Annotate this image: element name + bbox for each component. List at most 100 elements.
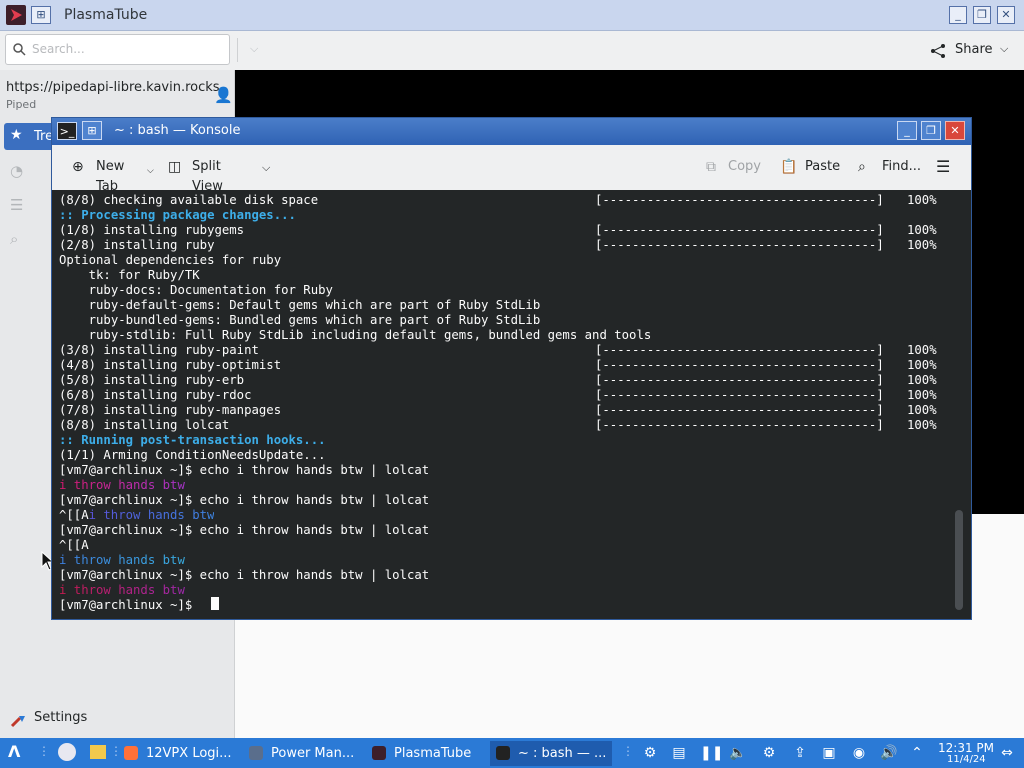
network-icon[interactable]: ◉ <box>850 744 868 762</box>
konsole-toolbar: ⊕ New Tab ⌵ ◫ Split View ⌵ ⧉ Copy 📋 Past… <box>52 145 971 194</box>
terminal-line: ruby-stdlib: Full Ruby StdLib including … <box>59 328 652 342</box>
progress-bar-text: [-------------------------------------] <box>595 358 884 372</box>
konsole-titlebar: >_ ⊞ ~ : bash — Konsole _ ❐ ✕ <box>52 118 971 145</box>
minimize-button[interactable]: _ <box>949 6 967 24</box>
display-icon[interactable]: ▣ <box>820 744 838 762</box>
window-menu-icon[interactable]: ⊞ <box>82 121 102 140</box>
browser-launcher-icon[interactable] <box>58 743 76 761</box>
terminal-line: (7/8) installing ruby-manpages <box>59 403 282 417</box>
terminal-line-suffix: i throw hands btw <box>88 508 215 522</box>
separator-dots: ⋮ <box>622 744 634 758</box>
minimize-button[interactable]: _ <box>897 121 917 140</box>
taskbar-task[interactable]: ~ : bash — ... <box>490 741 612 766</box>
terminal-line: tk: for Ruby/TK <box>59 268 200 282</box>
taskbar-task[interactable]: PlasmaTube <box>366 741 484 766</box>
split-view-icon: ◫ <box>168 159 182 175</box>
search-icon <box>13 43 26 56</box>
progress-percent: 100% <box>907 193 937 207</box>
maximize-button[interactable]: ❐ <box>921 121 941 140</box>
window-title: PlasmaTube <box>64 7 148 23</box>
progress-percent: 100% <box>907 388 937 402</box>
terminal-output[interactable]: (8/8) checking available disk space [----… <box>52 190 971 619</box>
new-tab-icon: ⊕ <box>72 159 84 175</box>
terminal-line: ruby-docs: Documentation for Ruby <box>59 283 333 297</box>
chevron-down-icon: ⌵ <box>147 166 154 176</box>
close-button[interactable]: ✕ <box>945 121 965 140</box>
search-box[interactable] <box>5 34 230 65</box>
switch-account-icon[interactable]: 👤 <box>214 86 233 104</box>
plasmatube-titlebar: ⊞ PlasmaTube _ ❐ ✕ <box>0 0 1024 31</box>
volume-icon[interactable]: 🔈 <box>729 744 747 762</box>
audio-volume-icon[interactable]: 🔊 <box>880 744 898 762</box>
plasmatube-app-icon <box>6 5 26 25</box>
settings-label: Settings <box>34 710 88 725</box>
clipboard-icon[interactable]: ⚙ <box>641 744 659 762</box>
application-launcher-icon[interactable]: Λ <box>8 742 20 761</box>
terminal-line: (8/8) installing lolcat <box>59 418 230 432</box>
taskbar-task[interactable]: Power Man... <box>243 741 361 766</box>
instance-url: https://pipedapi-libre.kavin.rocks <box>6 80 220 95</box>
terminal-cursor <box>211 597 219 610</box>
hamburger-menu-icon[interactable]: ☰ <box>936 157 950 177</box>
taskbar-task-label: Power Man... <box>271 746 355 761</box>
clock-time[interactable]: 12:31 PM <box>938 741 994 755</box>
terminal-line: [vm7@archlinux ~]$ echo i throw hands bt… <box>59 493 430 507</box>
chevron-down-icon: ⌵ <box>262 161 271 174</box>
rss-icon[interactable]: ◔ <box>10 162 23 180</box>
taskbar: Λ ⋮ ⋮ 12VPX Logi... Power Man... PlasmaTub… <box>0 738 1024 768</box>
share-label: Share <box>955 42 993 57</box>
scrollbar[interactable] <box>955 510 963 610</box>
chevron-down-icon[interactable]: ⌵ <box>250 42 258 56</box>
chevron-up-icon[interactable]: ⌃ <box>908 744 926 762</box>
progress-bar-text: [-------------------------------------] <box>595 403 884 417</box>
chevron-down-icon: ⌵ <box>1000 42 1009 55</box>
terminal-line: ^[[A <box>59 508 89 522</box>
star-icon: ★ <box>10 127 23 143</box>
taskbar-task-label: PlasmaTube <box>394 746 472 761</box>
terminal-line: ruby-bundled-gems: Bundled gems which ar… <box>59 313 541 327</box>
terminal-line: [vm7@archlinux ~]$ echo i throw hands bt… <box>59 523 430 537</box>
terminal-line: :: Processing package changes... <box>59 208 296 222</box>
terminal-line: ruby-default-gems: Default gems which ar… <box>59 298 541 312</box>
power-manager-icon <box>249 746 263 760</box>
close-button[interactable]: ✕ <box>997 6 1015 24</box>
terminal-line: (2/8) installing ruby <box>59 238 215 252</box>
separator-dots: ⋮ <box>38 744 50 758</box>
terminal-icon: >_ <box>57 122 77 140</box>
konsole-title: ~ : bash — Konsole <box>114 123 241 138</box>
progress-bar-text: [-------------------------------------] <box>595 238 884 252</box>
show-desktop-icon[interactable]: ⇔ <box>998 744 1016 762</box>
updates-icon[interactable]: ⇪ <box>791 744 809 762</box>
progress-percent: 100% <box>907 358 937 372</box>
terminal-line: Optional dependencies for ruby <box>59 253 282 267</box>
terminal-line: (6/8) installing ruby-rdoc <box>59 388 252 402</box>
file-manager-icon[interactable] <box>90 745 106 759</box>
window-menu-icon[interactable]: ⊞ <box>31 6 51 24</box>
paste-label: Paste <box>805 159 841 174</box>
progress-percent: 100% <box>907 343 937 357</box>
clock-date[interactable]: 11/4/24 <box>947 754 986 765</box>
history-search-icon[interactable]: ⌕ <box>10 230 18 248</box>
search-input[interactable] <box>30 41 224 57</box>
progress-bar-text: [-------------------------------------] <box>595 223 884 237</box>
playlist-icon[interactable]: ☰ <box>10 196 23 214</box>
find-label: Find... <box>882 159 922 174</box>
progress-percent: 100% <box>907 403 937 417</box>
toolbar-separator <box>237 38 238 62</box>
terminal-line: (1/8) installing rubygems <box>59 223 245 237</box>
media-pause-icon[interactable]: ❚❚ <box>700 744 723 762</box>
notes-icon[interactable]: ▤ <box>670 744 688 762</box>
taskbar-task[interactable]: 12VPX Logi... <box>118 741 238 766</box>
konsole-window: >_ ⊞ ~ : bash — Konsole _ ❐ ✕ ⊕ New Tab … <box>51 117 972 620</box>
settings-icon[interactable]: ⚙ <box>760 744 778 762</box>
instance-name: Piped <box>6 98 37 111</box>
progress-bar-text: [-------------------------------------] <box>595 343 884 357</box>
paste-icon: 📋 <box>780 159 798 175</box>
terminal-icon <box>496 746 510 760</box>
share-icon <box>931 44 945 58</box>
plasmatube-icon <box>372 746 386 760</box>
maximize-button[interactable]: ❐ <box>973 6 991 24</box>
terminal-line: ^[[A <box>59 538 89 552</box>
terminal-line: [vm7@archlinux ~]$ echo i throw hands bt… <box>59 568 430 582</box>
taskbar-task-label: 12VPX Logi... <box>146 746 232 761</box>
